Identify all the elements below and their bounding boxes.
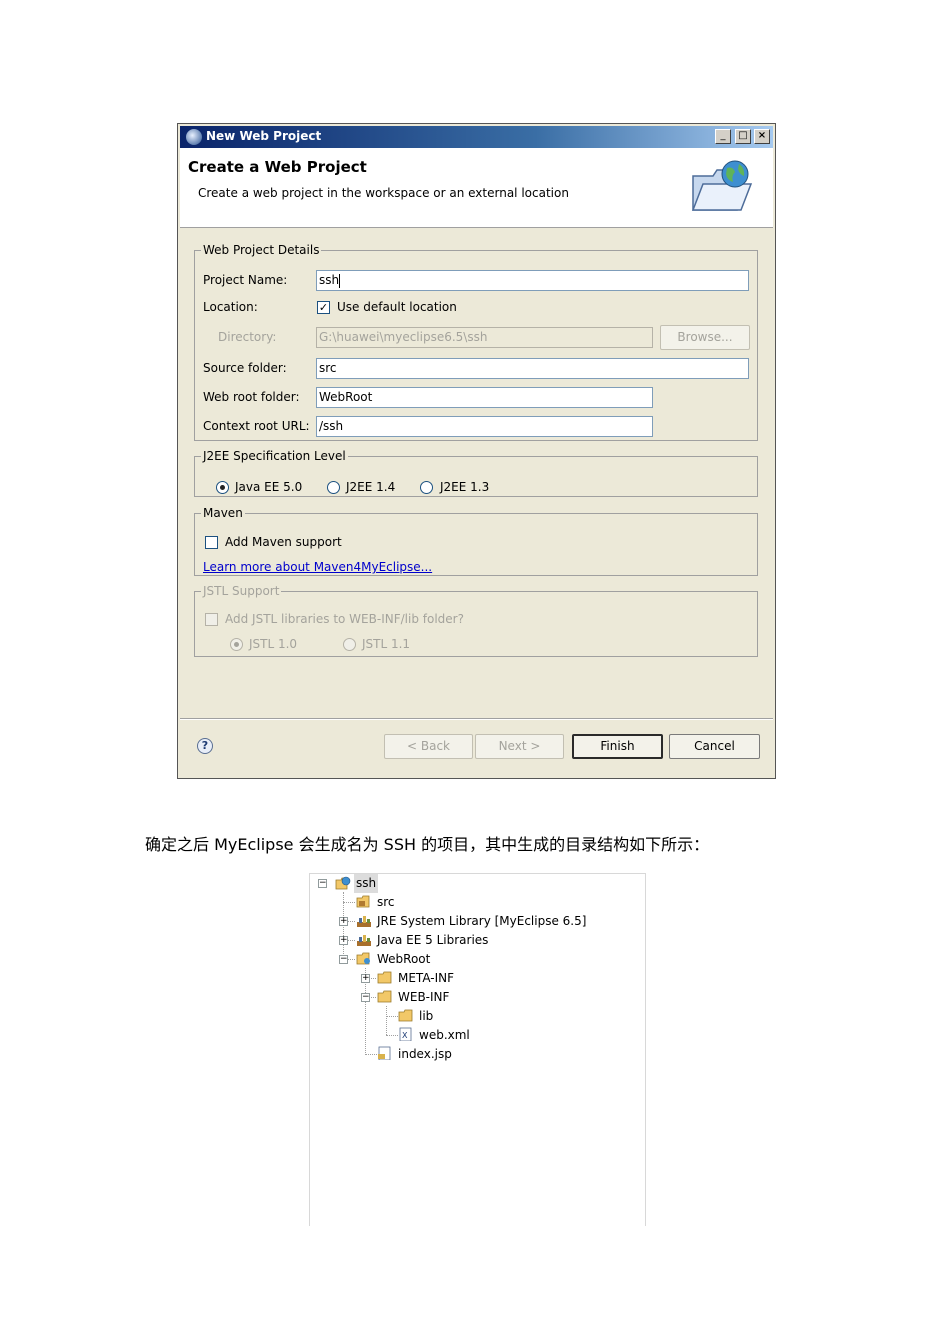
source-folder-input[interactable]: src — [316, 358, 749, 379]
tree-item-webroot[interactable]: − WebRoot — [310, 950, 640, 969]
add-maven-support-checkbox[interactable] — [205, 536, 218, 549]
library-icon — [357, 935, 371, 946]
tree-label-web-inf: WEB-INF — [398, 990, 450, 1004]
tree-item-web-inf[interactable]: − WEB-INF — [310, 988, 640, 1007]
web-project-icon — [335, 876, 351, 890]
tree-label-web-xml: web.xml — [419, 1028, 470, 1042]
next-button: Next > — [475, 734, 564, 759]
collapse-toggle[interactable]: − — [318, 879, 327, 888]
tree-label-jre-library: JRE System Library [MyEclipse 6.5] — [377, 914, 587, 928]
project-name-label: Project Name: — [203, 273, 288, 287]
j2ee-14-radio[interactable] — [327, 481, 340, 494]
web-project-details-group: Web Project Details Project Name: ssh Lo… — [194, 243, 758, 441]
project-name-input[interactable]: ssh — [316, 270, 749, 291]
tree-label-webroot: WebRoot — [377, 952, 431, 966]
folder-open-icon — [377, 990, 392, 1003]
svg-text:X: X — [402, 1031, 408, 1040]
tree-item-ssh[interactable]: − ssh — [310, 874, 640, 893]
button-bar-separator — [180, 718, 773, 720]
tree-item-lib[interactable]: lib — [310, 1007, 640, 1026]
tree-label-lib: lib — [419, 1009, 434, 1023]
add-jstl-label: Add JSTL libraries to WEB-INF/lib folder… — [225, 612, 464, 626]
directory-label: Directory: — [218, 330, 277, 344]
web-root-folder-label: Web root folder: — [203, 390, 300, 404]
j2ee-14-label: J2EE 1.4 — [346, 480, 396, 494]
folder-icon — [398, 1009, 413, 1022]
context-root-url-input[interactable]: /ssh — [316, 416, 653, 437]
maximize-button[interactable]: □ — [735, 129, 751, 144]
expand-toggle[interactable]: + — [339, 917, 348, 926]
javaee-5-label: Java EE 5.0 — [235, 480, 303, 494]
tree-item-jre-library[interactable]: + JRE System Library [MyEclipse 6.5] — [310, 912, 640, 931]
maven-learn-more-link[interactable]: Learn more about Maven4MyEclipse... — [203, 560, 432, 574]
library-icon — [357, 916, 371, 927]
source-folder-label: Source folder: — [203, 361, 287, 375]
tree-item-index-jsp[interactable]: index.jsp — [310, 1045, 640, 1064]
tree-item-src[interactable]: src — [310, 893, 640, 912]
window-title: New Web Project — [206, 129, 322, 143]
j2ee-spec-level-legend: J2EE Specification Level — [203, 449, 346, 463]
web-folder-icon — [356, 952, 370, 965]
package-explorer-tree: − ssh src + JRE System Library [MyEclips… — [309, 873, 646, 1226]
context-root-url-label: Context root URL: — [203, 419, 310, 433]
web-root-folder-input[interactable]: WebRoot — [316, 387, 653, 408]
title-bar[interactable]: New Web Project _ □ × — [180, 126, 773, 148]
caption-text: 确定之后 MyEclipse 会生成名为 SSH 的项目，其中生成的目录结构如下… — [145, 835, 710, 854]
tree-label-meta-inf: META-INF — [398, 971, 455, 985]
use-default-location-label: Use default location — [337, 300, 457, 314]
tree-label-src: src — [377, 895, 395, 909]
close-button[interactable]: × — [754, 129, 770, 144]
j2ee-13-radio[interactable] — [420, 481, 433, 494]
collapse-toggle[interactable]: − — [339, 955, 348, 964]
javaee-5-radio[interactable] — [216, 481, 229, 494]
web-project-details-legend: Web Project Details — [203, 243, 320, 257]
help-icon[interactable]: ? — [197, 738, 213, 754]
jstl-support-group: JSTL Support Add JSTL libraries to WEB-I… — [194, 584, 758, 657]
maven-group: Maven Add Maven support Learn more about… — [194, 506, 758, 576]
tree-label-ssh: ssh — [354, 874, 379, 893]
jstl-support-legend: JSTL Support — [203, 584, 280, 598]
j2ee-13-label: J2EE 1.3 — [440, 480, 490, 494]
tree-label-javaee-libraries: Java EE 5 Libraries — [377, 933, 489, 947]
add-jstl-checkbox — [205, 613, 218, 626]
location-label: Location: — [203, 300, 258, 314]
wizard-heading: Create a Web Project — [188, 158, 367, 176]
source-folder-icon — [356, 895, 370, 908]
jstl-11-radio — [343, 638, 356, 651]
tree-item-web-xml[interactable]: X web.xml — [310, 1026, 640, 1045]
collapse-toggle[interactable]: − — [361, 993, 370, 1002]
web-project-folder-icon — [691, 160, 753, 211]
add-maven-support-label: Add Maven support — [225, 535, 342, 549]
j2ee-spec-level-group: J2EE Specification Level Java EE 5.0 J2E… — [194, 449, 758, 497]
jstl-11-label: JSTL 1.1 — [362, 637, 411, 651]
maven-legend: Maven — [203, 506, 243, 520]
directory-input: G:\huawei\myeclipse6.5\ssh — [316, 327, 653, 348]
xml-file-icon: X — [399, 1027, 412, 1041]
jsp-file-icon — [378, 1046, 391, 1060]
expand-toggle[interactable]: + — [361, 974, 370, 983]
minimize-button[interactable]: _ — [715, 129, 731, 144]
expand-toggle[interactable]: + — [339, 936, 348, 945]
wizard-banner: Create a Web Project Create a web projec… — [180, 148, 773, 228]
text-caret — [339, 273, 341, 288]
browse-button: Browse... — [660, 325, 750, 350]
eclipse-icon — [186, 129, 202, 145]
tree-label-index-jsp: index.jsp — [398, 1047, 452, 1061]
finish-button[interactable]: Finish — [572, 734, 663, 759]
tree-item-javaee-libraries[interactable]: + Java EE 5 Libraries — [310, 931, 640, 950]
new-web-project-dialog: New Web Project _ □ × Create a Web Proje… — [177, 123, 776, 779]
jstl-10-radio — [230, 638, 243, 651]
use-default-location-checkbox[interactable]: ✓ — [317, 301, 330, 314]
back-button: < Back — [384, 734, 473, 759]
cancel-button[interactable]: Cancel — [669, 734, 760, 759]
tree-item-meta-inf[interactable]: + META-INF — [310, 969, 640, 988]
jstl-10-label: JSTL 1.0 — [249, 637, 298, 651]
folder-icon — [377, 971, 392, 984]
wizard-description: Create a web project in the workspace or… — [198, 186, 569, 200]
